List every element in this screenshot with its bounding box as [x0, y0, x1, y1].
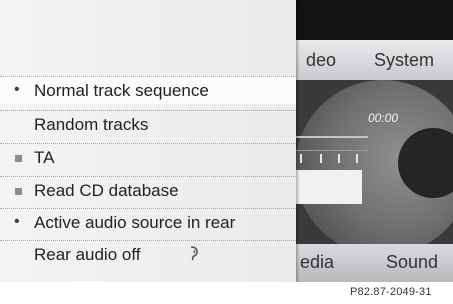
head-unit-screen: deo System 00:00 edia Sound • Normal tra…	[0, 0, 453, 282]
menu-item-ta[interactable]: TA	[0, 143, 296, 171]
progress-ticks	[300, 154, 360, 164]
radio-dot-indicator: •	[14, 213, 20, 230]
menu-item-label: TA	[34, 148, 55, 167]
cd-options-menu: • Normal track sequence Random tracks TA…	[0, 0, 296, 282]
radio-dot-indicator: •	[14, 81, 20, 98]
menu-item-normal-track-sequence[interactable]: • Normal track sequence	[0, 76, 296, 104]
track-info-box	[296, 170, 362, 204]
menu-item-label: Normal track sequence	[34, 81, 209, 100]
checkbox-icon	[15, 188, 22, 195]
menu-item-rear-audio-off[interactable]: Rear audio off	[0, 240, 296, 268]
rear-audio-icon	[188, 245, 202, 264]
menu-item-label: Active audio source in rear	[34, 213, 236, 232]
menu-item-random-tracks[interactable]: Random tracks	[0, 110, 296, 138]
tab-system[interactable]: System	[374, 50, 434, 71]
checkbox-icon	[15, 155, 22, 162]
menu-item-label: Read CD database	[34, 181, 179, 200]
menu-item-label: Random tracks	[34, 115, 149, 134]
menu-item-active-audio-source-rear[interactable]: • Active audio source in rear	[0, 208, 296, 236]
tab-media[interactable]: edia	[300, 252, 334, 273]
menu-item-read-cd-database[interactable]: Read CD database	[0, 176, 296, 204]
track-progress-bar	[296, 136, 368, 151]
figure-code: P82.87-2049-31	[350, 286, 432, 298]
tab-sound[interactable]: Sound	[386, 252, 438, 273]
tab-video[interactable]: deo	[306, 50, 336, 71]
track-time: 00:00	[368, 111, 399, 125]
menu-header-area	[0, 0, 296, 76]
menu-item-label: Rear audio off	[34, 245, 141, 264]
